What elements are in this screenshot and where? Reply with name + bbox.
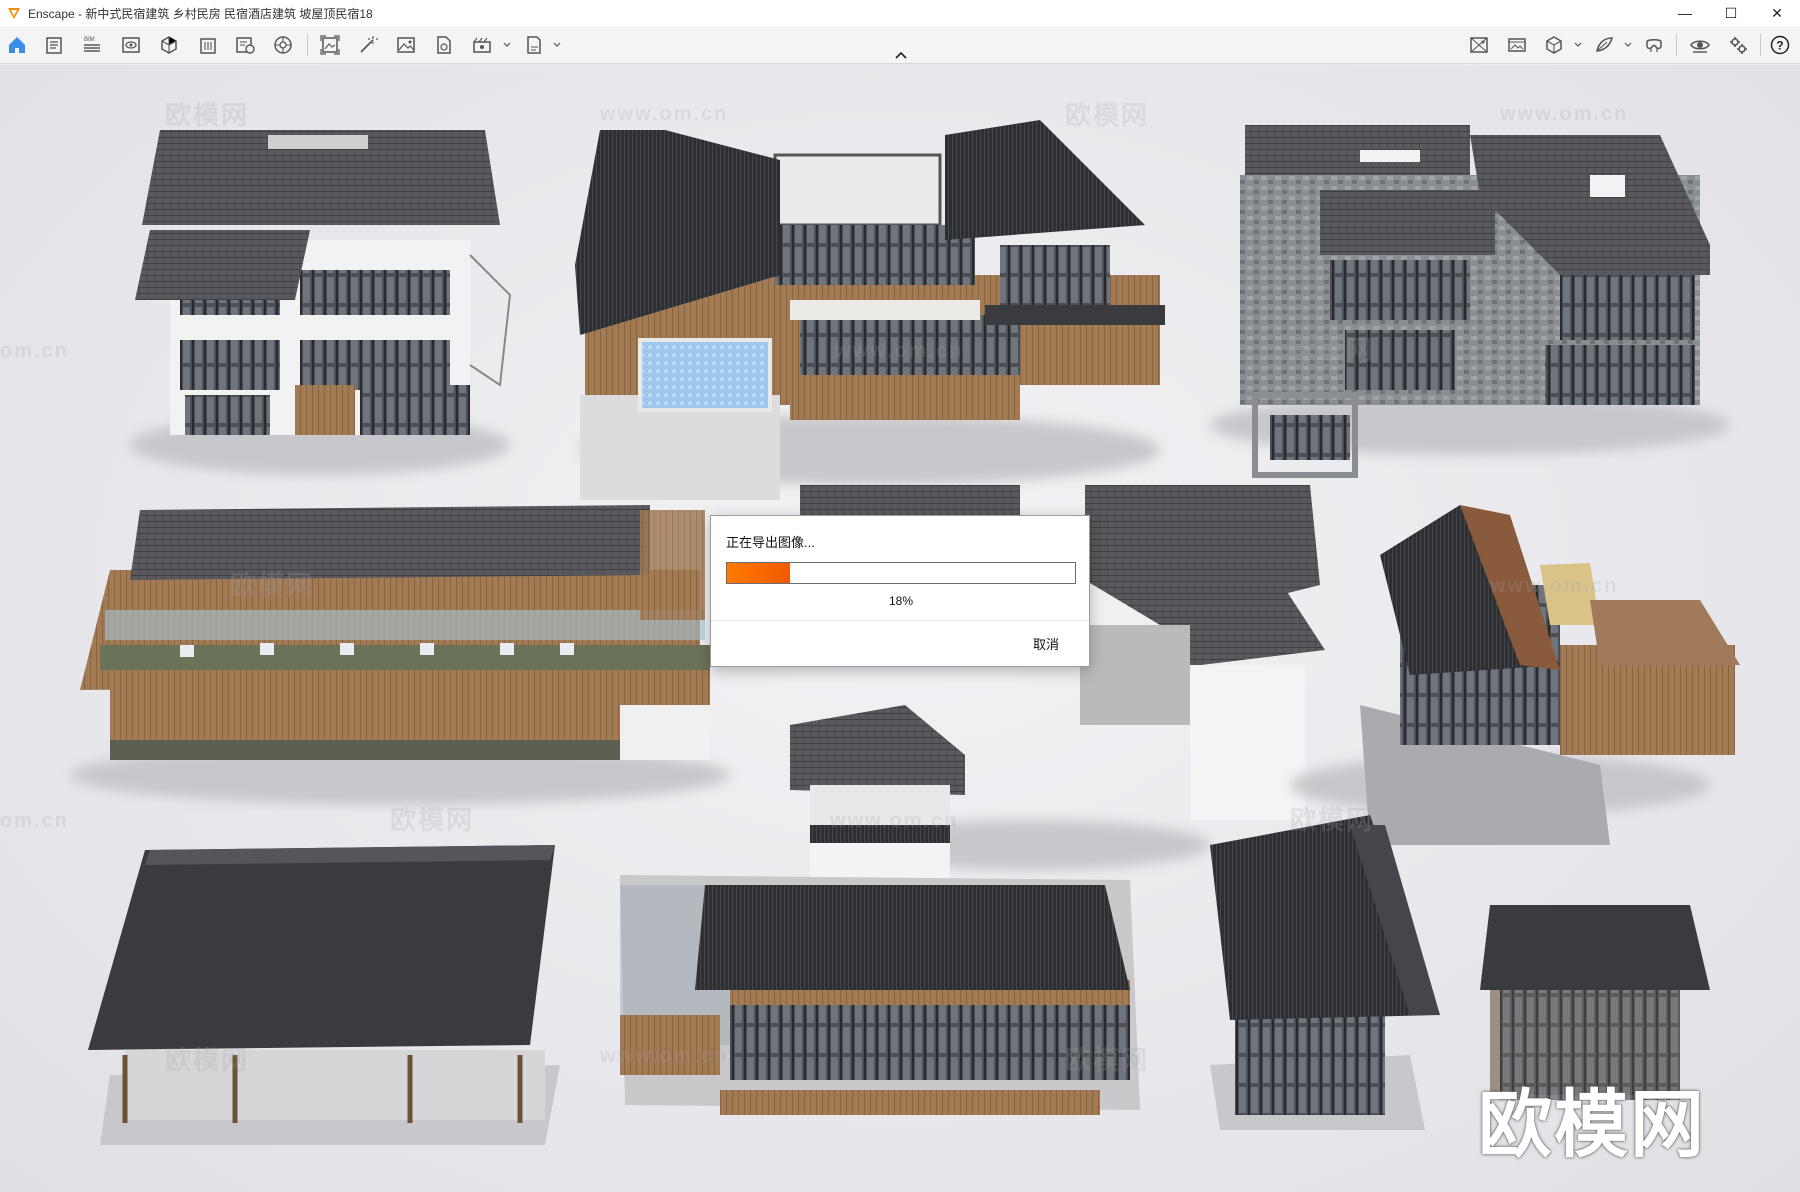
watermark-url: www.om.cn bbox=[600, 103, 729, 125]
export-progress-bar bbox=[726, 562, 1076, 584]
box-view-dropdown-caret-icon[interactable] bbox=[1573, 40, 1583, 50]
magic-wand-button[interactable] bbox=[354, 31, 382, 59]
render-image-icon bbox=[320, 35, 340, 55]
building-icon bbox=[200, 38, 216, 54]
export-button[interactable] bbox=[520, 31, 548, 59]
material-dropdown-caret-icon[interactable] bbox=[1623, 40, 1633, 50]
site-context-button[interactable] bbox=[231, 31, 259, 59]
building-long-house bbox=[70, 505, 730, 805]
view-cube-icon bbox=[161, 36, 177, 54]
progress-fill bbox=[727, 563, 790, 583]
watermark-url: www.om.cn bbox=[835, 340, 964, 362]
bim-icon: BIM bbox=[84, 37, 100, 52]
toolbar-separator bbox=[307, 34, 308, 56]
dialog-divider bbox=[711, 620, 1089, 621]
building-villa-1 bbox=[130, 130, 512, 475]
help-button[interactable]: ? bbox=[1766, 31, 1794, 59]
render-image-button[interactable] bbox=[316, 31, 344, 59]
watermark-url: om.cn bbox=[0, 810, 69, 832]
cancel-button[interactable]: 取消 bbox=[1033, 634, 1059, 653]
vr-button[interactable] bbox=[1640, 31, 1668, 59]
watermark-text: 欧模网 bbox=[165, 1045, 250, 1075]
watermark-url: www.om.cn bbox=[830, 810, 959, 832]
dialog-title: 正在导出图像... bbox=[726, 535, 815, 550]
settings-icon bbox=[1730, 37, 1747, 54]
gallery-button[interactable] bbox=[1503, 31, 1531, 59]
view-mode-button[interactable] bbox=[117, 31, 145, 59]
export-dropdown-caret-icon[interactable] bbox=[552, 40, 562, 50]
video-button[interactable] bbox=[468, 31, 496, 59]
panorama-button[interactable] bbox=[1465, 31, 1493, 59]
building-pavilion-large bbox=[88, 845, 560, 1145]
minimize-button[interactable]: — bbox=[1662, 0, 1708, 26]
panorama-icon bbox=[1470, 37, 1488, 53]
title-bar: Enscape - 新中式民宿建筑 乡村民房 民宿酒店建筑 坡屋顶民宿18 — … bbox=[0, 0, 1800, 26]
svg-text:?: ? bbox=[1776, 39, 1783, 53]
window-title: Enscape - 新中式民宿建筑 乡村民房 民宿酒店建筑 坡屋顶民宿18 bbox=[28, 6, 373, 21]
watermark-text: 欧模网 bbox=[165, 100, 250, 130]
box-view-icon bbox=[1546, 36, 1562, 54]
toolbar-separator bbox=[1760, 34, 1761, 56]
gallery-icon bbox=[1508, 38, 1526, 52]
settings-button[interactable] bbox=[1724, 31, 1752, 59]
box-view-button[interactable] bbox=[1540, 31, 1568, 59]
image-button[interactable] bbox=[392, 31, 420, 59]
material-editor-button[interactable] bbox=[1590, 31, 1618, 59]
document-button[interactable] bbox=[40, 31, 68, 59]
bim-button[interactable]: BIM bbox=[78, 31, 106, 59]
magic-wand-icon bbox=[360, 36, 378, 53]
toolbar-separator bbox=[1676, 34, 1677, 56]
watermark-url: om.cn bbox=[0, 340, 69, 362]
svg-text:BIM: BIM bbox=[84, 37, 95, 43]
brand-watermark: 欧模网 bbox=[1478, 1083, 1706, 1166]
watermark-text: 欧模网 bbox=[230, 570, 315, 600]
home-icon bbox=[9, 37, 25, 53]
export-icon bbox=[527, 36, 541, 54]
asset-library-button[interactable] bbox=[269, 31, 297, 59]
watermark-text: 欧模网 bbox=[1290, 335, 1375, 365]
building-restaurant bbox=[620, 875, 1140, 1115]
material-icon bbox=[437, 36, 451, 54]
site-context-icon bbox=[236, 37, 255, 54]
collapse-toolbar-chevron-icon[interactable] bbox=[894, 50, 908, 60]
maximize-button[interactable]: ☐ bbox=[1708, 0, 1754, 26]
enscape-logo-icon bbox=[8, 8, 20, 19]
eye-view-icon bbox=[122, 37, 140, 53]
watermark-text: 欧模网 bbox=[390, 805, 475, 835]
building-stone-house bbox=[1210, 125, 1730, 478]
progress-percent: 18% bbox=[888, 594, 914, 608]
watermark-url: www.om.cn bbox=[600, 1045, 729, 1067]
home-button[interactable] bbox=[3, 31, 31, 59]
building-gable-pavilion bbox=[1210, 815, 1440, 1130]
material-editor-icon bbox=[1596, 37, 1613, 52]
watermark-url: www.om.cn bbox=[1490, 575, 1619, 597]
watermark-text: 欧模网 bbox=[1065, 100, 1150, 130]
vr-headset-icon bbox=[1646, 39, 1662, 52]
material-button[interactable] bbox=[430, 31, 458, 59]
watermark-text: 欧模网 bbox=[1065, 1045, 1150, 1075]
close-button[interactable]: ✕ bbox=[1754, 0, 1800, 26]
watermark-url: www.om.cn bbox=[1500, 103, 1629, 125]
export-progress-dialog: 正在导出图像... 18% 取消 bbox=[710, 515, 1090, 667]
help-icon: ? bbox=[1770, 35, 1790, 55]
image-icon bbox=[397, 37, 415, 53]
asset-library-icon bbox=[274, 36, 292, 54]
building-a-frame-house bbox=[1290, 505, 1740, 845]
window-controls: — ☐ ✕ bbox=[1662, 0, 1800, 26]
document-icon bbox=[46, 37, 62, 54]
view-cube-button[interactable] bbox=[155, 31, 183, 59]
visibility-button[interactable] bbox=[1686, 31, 1714, 59]
visibility-icon bbox=[1690, 40, 1710, 53]
video-dropdown-caret-icon[interactable] bbox=[502, 40, 512, 50]
building-button[interactable] bbox=[194, 31, 222, 59]
watermark-text: 欧模网 bbox=[1290, 805, 1375, 835]
building-villa-2-pool bbox=[575, 120, 1165, 500]
video-camera-icon bbox=[473, 37, 491, 53]
